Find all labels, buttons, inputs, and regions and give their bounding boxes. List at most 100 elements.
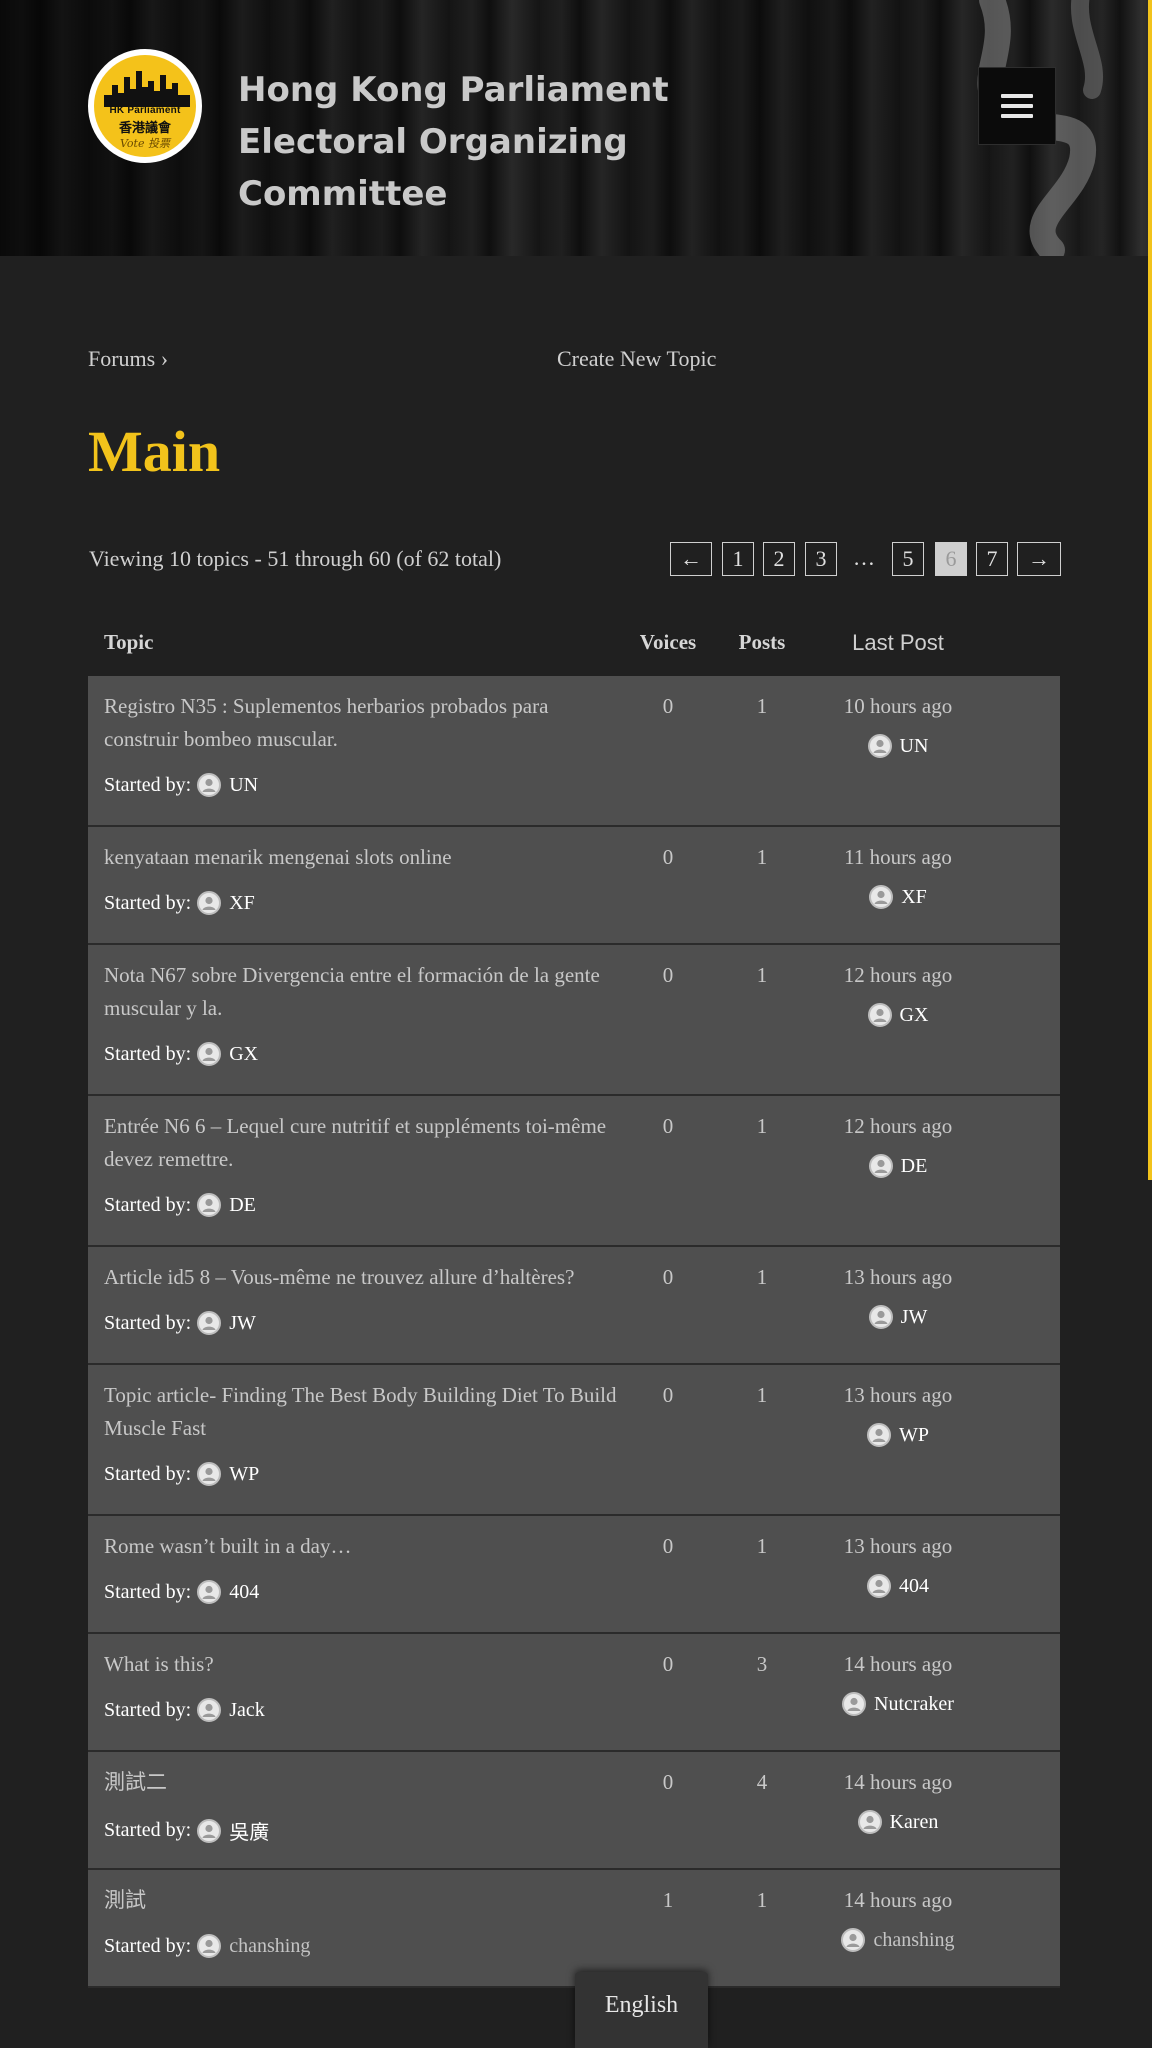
- topic-title-link[interactable]: 測試: [104, 1884, 624, 1917]
- last-post-time-link[interactable]: 12 hours ago: [798, 959, 998, 992]
- avatar-icon[interactable]: [867, 734, 892, 758]
- avatar-icon[interactable]: [197, 1580, 222, 1604]
- breadcrumb-forums-link[interactable]: Forums: [88, 346, 155, 371]
- pagination-next-button[interactable]: →: [1017, 542, 1061, 576]
- language-switcher[interactable]: English: [575, 1972, 708, 2048]
- avatar-icon[interactable]: [197, 1193, 222, 1217]
- pagination-page-3[interactable]: 3: [805, 542, 837, 576]
- avatar-icon[interactable]: [868, 1154, 893, 1178]
- topic-author-link[interactable]: XF: [229, 892, 255, 915]
- avatar-icon[interactable]: [842, 1692, 867, 1716]
- topic-posts-count: 1: [756, 1383, 768, 1407]
- site-title[interactable]: Hong Kong Parliament Electoral Organizin…: [238, 64, 838, 220]
- avatar-icon[interactable]: [197, 1698, 222, 1722]
- last-post-time-link[interactable]: 14 hours ago: [798, 1884, 998, 1917]
- column-header-voices: Voices: [639, 630, 697, 654]
- last-post-time-link[interactable]: 13 hours ago: [798, 1261, 998, 1294]
- topic-started-by: Started by: chanshing: [104, 1934, 310, 1958]
- pagination-page-2[interactable]: 2: [763, 542, 795, 576]
- pagination-ellipsis: …: [853, 545, 875, 570]
- topic-author-link[interactable]: DE: [229, 1194, 256, 1217]
- avatar-icon[interactable]: [841, 1928, 866, 1952]
- topic-started-by: Started by: GX: [104, 1042, 258, 1066]
- last-post-time-link[interactable]: 11 hours ago: [798, 841, 998, 874]
- avatar-icon[interactable]: [197, 1934, 222, 1958]
- topic-posts-count: 1: [756, 1265, 768, 1289]
- topic-voices-count: 0: [662, 1534, 674, 1558]
- avatar-icon[interactable]: [197, 891, 222, 915]
- topic-started-by: Started by: UN: [104, 773, 258, 797]
- pagination-page-5[interactable]: 5: [892, 542, 924, 576]
- topic-title-link[interactable]: Article id5 8 – Vous-même ne trouvez all…: [104, 1261, 624, 1294]
- table-row: 測試二 Started by: 吳廣 0 4 14 hours ago Karen: [88, 1752, 1060, 1870]
- last-post-time-link[interactable]: 14 hours ago: [798, 1766, 998, 1799]
- table-row: Topic article- Finding The Best Body Bui…: [88, 1365, 1060, 1516]
- last-post-author-link[interactable]: Nutcraker: [874, 1693, 954, 1716]
- last-post-author-link[interactable]: WP: [899, 1424, 929, 1447]
- last-post-author-link[interactable]: Karen: [890, 1811, 939, 1834]
- last-post-author: JW: [798, 1305, 998, 1329]
- last-post-time-link[interactable]: 13 hours ago: [798, 1379, 998, 1412]
- topic-voices-count: 0: [662, 1265, 674, 1289]
- hamburger-menu-button[interactable]: [978, 67, 1056, 145]
- avatar-icon[interactable]: [197, 1818, 222, 1843]
- page-title: Main: [88, 419, 221, 484]
- last-post-author-link[interactable]: UN: [900, 735, 929, 758]
- table-row: Entrée N6 6 – Lequel cure nutritif et su…: [88, 1096, 1060, 1247]
- avatar-icon[interactable]: [867, 1423, 891, 1447]
- avatar-icon[interactable]: [197, 1462, 222, 1486]
- topic-author-link[interactable]: chanshing: [229, 1935, 310, 1958]
- avatar-icon[interactable]: [197, 1042, 222, 1066]
- last-post-time-link[interactable]: 10 hours ago: [798, 690, 998, 723]
- topic-voices-count: 0: [662, 1652, 674, 1676]
- topic-started-by: Started by: WP: [104, 1462, 259, 1486]
- topic-author-link[interactable]: WP: [229, 1463, 259, 1486]
- topic-author-link[interactable]: JW: [229, 1312, 256, 1335]
- avatar-icon[interactable]: [857, 1810, 882, 1834]
- topic-author-link[interactable]: 404: [229, 1581, 259, 1604]
- create-new-topic-link[interactable]: Create New Topic: [557, 346, 716, 372]
- avatar-icon[interactable]: [867, 1574, 891, 1598]
- topic-title-link[interactable]: 測試二: [104, 1766, 624, 1799]
- topic-author-link[interactable]: UN: [229, 774, 258, 797]
- topic-started-by: Started by: DE: [104, 1193, 256, 1217]
- topic-posts-count: 1: [756, 963, 768, 987]
- last-post-time-link[interactable]: 14 hours ago: [798, 1648, 998, 1681]
- last-post-author-link[interactable]: XF: [901, 886, 927, 909]
- topic-author-link[interactable]: Jack: [229, 1699, 265, 1722]
- hamburger-menu-icon: [1001, 94, 1033, 98]
- topic-author-link[interactable]: GX: [229, 1043, 258, 1066]
- started-by-label: Started by:: [104, 1462, 192, 1485]
- topic-title-link[interactable]: kenyataan menarik mengenai slots online: [104, 841, 624, 874]
- last-post-time-link[interactable]: 12 hours ago: [798, 1110, 998, 1143]
- topic-title-link[interactable]: Topic article- Finding The Best Body Bui…: [104, 1379, 624, 1445]
- topic-voices-count: 0: [662, 845, 674, 869]
- topic-title-link[interactable]: Entrée N6 6 – Lequel cure nutritif et su…: [104, 1110, 624, 1176]
- topic-title-link[interactable]: Registro N35 : Suplementos herbarios pro…: [104, 690, 624, 756]
- table-row: Nota N67 sobre Divergencia entre el form…: [88, 945, 1060, 1096]
- last-post-author-link[interactable]: chanshing: [873, 1929, 954, 1952]
- avatar-icon[interactable]: [868, 1305, 893, 1329]
- avatar-icon[interactable]: [197, 773, 222, 797]
- avatar-icon[interactable]: [867, 1003, 892, 1027]
- pagination-page-1[interactable]: 1: [722, 542, 754, 576]
- column-header-posts: Posts: [738, 630, 786, 654]
- logo-text-line1: HK Parliament: [109, 105, 181, 116]
- last-post-author-link[interactable]: GX: [900, 1004, 929, 1027]
- topic-author-link[interactable]: 吳廣: [229, 1816, 269, 1845]
- topic-title-link[interactable]: Rome wasn’t built in a day…: [104, 1530, 624, 1563]
- avatar-icon[interactable]: [197, 1311, 222, 1335]
- site-logo[interactable]: HK Parliament 香港議會 Vote 投票: [88, 49, 202, 163]
- topic-title-link[interactable]: What is this?: [104, 1648, 624, 1681]
- pagination-prev-button[interactable]: ←: [670, 542, 712, 576]
- column-header-topic: Topic: [104, 630, 154, 654]
- last-post-author: Karen: [798, 1810, 998, 1834]
- last-post-time-link[interactable]: 13 hours ago: [798, 1530, 998, 1563]
- last-post-author-link[interactable]: JW: [901, 1306, 928, 1329]
- pagination-page-7[interactable]: 7: [976, 542, 1008, 576]
- site-header: HK Parliament 香港議會 Vote 投票 Hong Kong Par…: [0, 0, 1152, 256]
- last-post-author-link[interactable]: DE: [901, 1155, 928, 1178]
- topic-title-link[interactable]: Nota N67 sobre Divergencia entre el form…: [104, 959, 624, 1025]
- avatar-icon[interactable]: [869, 885, 894, 909]
- last-post-author-link[interactable]: 404: [899, 1575, 929, 1598]
